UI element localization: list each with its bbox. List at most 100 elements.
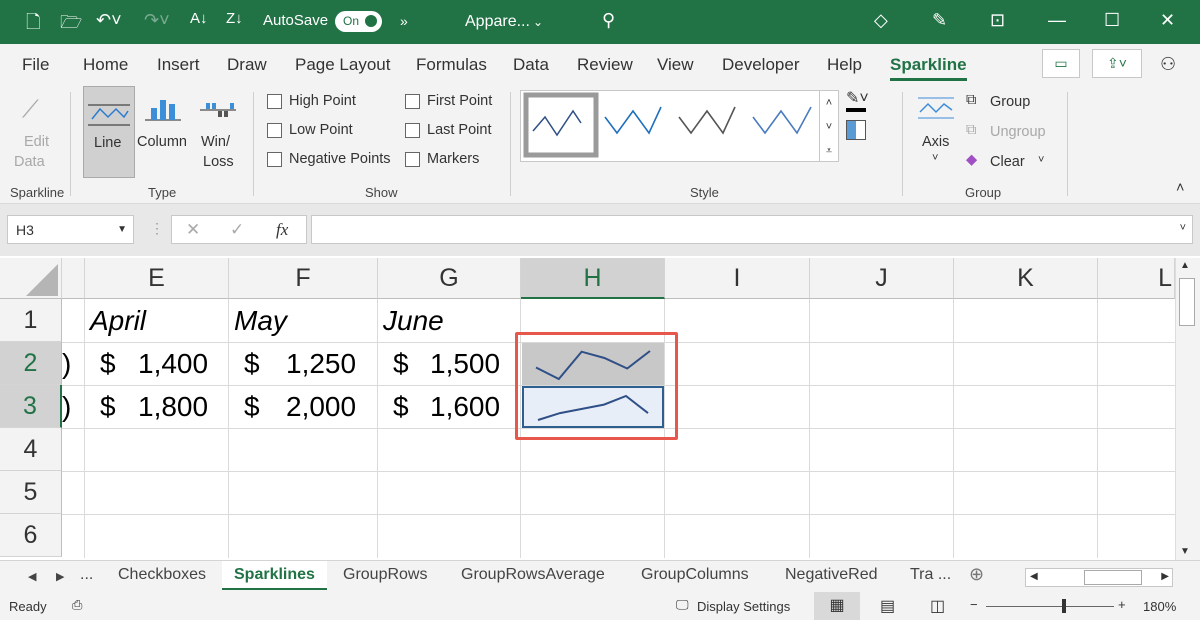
cell-f2[interactable]: 1,250 bbox=[286, 348, 356, 380]
cell-g2[interactable]: 1,500 bbox=[430, 348, 500, 380]
row-header-1[interactable]: 1 bbox=[0, 299, 62, 342]
scroll-down-icon[interactable]: ▼ bbox=[1180, 546, 1190, 557]
tab-draw[interactable]: Draw bbox=[227, 55, 267, 75]
zoom-slider-thumb[interactable] bbox=[1062, 599, 1066, 613]
horizontal-scrollbar[interactable]: ◀▶ bbox=[1025, 568, 1173, 587]
row-header-5[interactable]: 5 bbox=[0, 471, 62, 514]
type-column-button[interactable] bbox=[143, 92, 183, 129]
marker-color-icon[interactable] bbox=[846, 120, 866, 140]
tab-developer[interactable]: Developer bbox=[722, 55, 800, 75]
column-header-j[interactable]: J bbox=[810, 258, 954, 299]
sheet-tab-negativered[interactable]: NegativeRed bbox=[785, 566, 878, 584]
cell-g3[interactable]: 1,600 bbox=[430, 391, 500, 423]
sheet-tab-grouprows[interactable]: GroupRows bbox=[343, 566, 427, 584]
tab-home[interactable]: Home bbox=[83, 55, 128, 75]
sheet-tab-grouprowsaverage[interactable]: GroupRowsAverage bbox=[461, 566, 605, 584]
chevron-down-icon[interactable]: ⌄ bbox=[533, 15, 543, 29]
normal-view-icon[interactable]: ▦ bbox=[814, 592, 860, 620]
sort-ascending-icon[interactable]: A↓ bbox=[190, 10, 208, 27]
row-header-6[interactable]: 6 bbox=[0, 514, 62, 557]
select-all-corner[interactable] bbox=[0, 258, 62, 299]
zoom-in-icon[interactable]: + bbox=[1118, 597, 1126, 612]
negative-points-checkbox[interactable] bbox=[267, 152, 282, 167]
cell-d3[interactable]: ) bbox=[62, 391, 71, 423]
tab-formulas[interactable]: Formulas bbox=[416, 55, 487, 75]
tab-page-layout[interactable]: Page Layout bbox=[295, 55, 390, 75]
vertical-scrollbar[interactable]: ▲ ▼ bbox=[1175, 258, 1200, 560]
zoom-out-icon[interactable]: − bbox=[970, 597, 978, 612]
column-header-d[interactable] bbox=[62, 258, 85, 299]
type-line-button[interactable]: Line bbox=[83, 86, 135, 178]
display-settings-button[interactable]: Display Settings bbox=[697, 599, 790, 614]
display-settings-icon[interactable]: 🖵 bbox=[676, 597, 689, 613]
edit-data-button[interactable]: Edit bbox=[24, 134, 49, 150]
column-header-l[interactable]: L bbox=[1098, 258, 1175, 299]
tab-sparkline[interactable]: Sparkline bbox=[890, 55, 967, 81]
clear-chevron-icon[interactable]: ˅ bbox=[1038, 154, 1044, 166]
ungroup-button[interactable]: Ungroup bbox=[990, 124, 1046, 140]
axis-chevron-icon[interactable]: ˅ bbox=[932, 152, 938, 164]
page-layout-view-icon[interactable]: ▤ bbox=[880, 596, 895, 616]
zoom-slider[interactable] bbox=[986, 606, 1114, 607]
cell-f1[interactable]: May bbox=[234, 305, 287, 337]
sparkline-color-icon[interactable]: ✎˅ bbox=[846, 88, 869, 108]
comments-button[interactable]: ▭ bbox=[1042, 49, 1080, 78]
share-button[interactable]: ⇪˅ bbox=[1092, 49, 1142, 78]
row-header-3[interactable]: 3 bbox=[0, 385, 62, 428]
row-header-4[interactable]: 4 bbox=[0, 428, 62, 471]
sort-descending-icon[interactable]: Z↓ bbox=[226, 10, 243, 27]
column-label[interactable]: Column bbox=[137, 134, 187, 150]
next-sheet-icon[interactable]: ▶ bbox=[56, 570, 64, 583]
column-header-f[interactable]: F bbox=[229, 258, 378, 299]
cancel-icon[interactable]: ✕ bbox=[186, 220, 200, 240]
file-name[interactable]: Appare... bbox=[465, 13, 530, 31]
enter-icon[interactable]: ✓ bbox=[230, 220, 244, 240]
page-break-view-icon[interactable]: ◫ bbox=[930, 596, 945, 616]
group-button[interactable]: Group bbox=[990, 94, 1030, 110]
sheet-tab-groupcolumns[interactable]: GroupColumns bbox=[641, 566, 749, 584]
minimize-icon[interactable]: — bbox=[1048, 10, 1066, 31]
collapse-ribbon-icon[interactable]: ˄ bbox=[1176, 180, 1184, 196]
cell-f3[interactable]: 2,000 bbox=[286, 391, 356, 423]
autosave-toggle[interactable]: On bbox=[335, 11, 382, 32]
clear-button[interactable]: Clear bbox=[990, 154, 1025, 170]
tab-file[interactable]: File bbox=[22, 55, 49, 75]
column-header-e[interactable]: E bbox=[85, 258, 229, 299]
scroll-thumb[interactable] bbox=[1179, 278, 1195, 326]
sheet-tab-checkboxes[interactable]: Checkboxes bbox=[118, 566, 206, 584]
tab-insert[interactable]: Insert bbox=[157, 55, 200, 75]
insert-function-button[interactable]: fx bbox=[276, 220, 288, 240]
more-sheets[interactable]: ... bbox=[80, 566, 93, 584]
ribbon-display-icon[interactable]: ⊡ bbox=[990, 10, 1005, 31]
tab-view[interactable]: View bbox=[657, 55, 694, 75]
column-header-g[interactable]: G bbox=[378, 258, 521, 299]
column-header-i[interactable]: I bbox=[665, 258, 810, 299]
column-header-h[interactable]: H bbox=[521, 258, 665, 299]
maximize-icon[interactable]: ☐ bbox=[1104, 10, 1120, 31]
cell-d2[interactable]: ) bbox=[62, 348, 71, 380]
row-header-2[interactable]: 2 bbox=[0, 342, 62, 385]
open-folder-icon[interactable]: 🗁 bbox=[60, 10, 82, 40]
coauthor-icon[interactable]: ⚇ bbox=[1160, 54, 1176, 75]
markers-checkbox[interactable] bbox=[405, 152, 420, 167]
edit-data-button-2[interactable]: Data bbox=[14, 154, 45, 170]
prev-sheet-icon[interactable]: ◀ bbox=[28, 570, 36, 583]
cell-g1[interactable]: June bbox=[383, 305, 444, 337]
sheet-tab-sparklines[interactable]: Sparklines bbox=[222, 561, 327, 590]
diamond-icon[interactable]: ◇ bbox=[874, 10, 888, 31]
tab-data[interactable]: Data bbox=[513, 55, 549, 75]
redo-icon[interactable]: ↷˅ bbox=[144, 10, 170, 31]
wand-icon[interactable]: ✎ bbox=[932, 10, 947, 31]
gallery-scroll[interactable]: ˄˅⩡ bbox=[819, 90, 839, 162]
zoom-level[interactable]: 180% bbox=[1143, 599, 1176, 614]
cell-e2[interactable]: 1,400 bbox=[138, 348, 208, 380]
new-file-icon[interactable]: 🗋 bbox=[26, 10, 40, 40]
more-commands[interactable]: » bbox=[400, 13, 408, 29]
scroll-up-icon[interactable]: ▲ bbox=[1180, 260, 1190, 271]
first-point-checkbox[interactable] bbox=[405, 94, 420, 109]
column-header-k[interactable]: K bbox=[954, 258, 1098, 299]
add-sheet-icon[interactable]: ⊕ bbox=[969, 564, 984, 585]
undo-icon[interactable]: ↶˅ bbox=[96, 10, 122, 31]
cell-e1[interactable]: April bbox=[90, 305, 146, 337]
high-point-checkbox[interactable] bbox=[267, 94, 282, 109]
